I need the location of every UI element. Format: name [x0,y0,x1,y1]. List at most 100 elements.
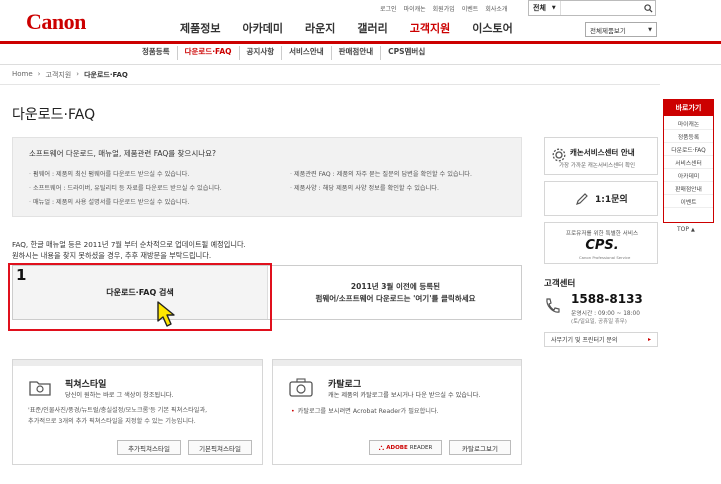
view-catalog-button[interactable]: 카탈로그보기 [449,440,511,455]
highlight-number: 1 [16,266,27,284]
global-nav: 제품정보 아카데미 라운지 갤러리 고객지원 이스토어 [180,20,535,36]
canon-logo[interactable]: Canon [26,9,86,35]
catalog-title: 카탈로그 [328,380,362,390]
lnb-notice[interactable]: 공지사항 [240,46,283,60]
arrow-right-icon: ▸ [647,336,651,343]
breadcrumb: Home › 고객지원 › 다운로드·FAQ [12,70,128,80]
quick-item-event[interactable]: 이벤트 [664,195,713,208]
quick-item-dealer[interactable]: 판매점안내 [664,182,713,195]
add-picture-style-button[interactable]: 추가픽쳐스타일 [117,440,181,455]
inquiry-card[interactable]: 1:1문의 [544,181,658,216]
picture-style-desc: '표준/인물사진/풍경/뉴트럴/충실설정/모노크롬'등 기본 픽쳐스타일과, 추… [28,405,260,427]
search-scope-select[interactable]: 전체 ▼ [529,1,561,15]
gnb-products[interactable]: 제품정보 [180,20,220,36]
mycanon-link[interactable]: 마이캐논 [404,4,426,13]
quick-item-download-faq[interactable]: 다운로드·FAQ [664,143,713,156]
chevron-up-icon: ▲ [690,227,695,233]
update-notice: FAQ, 한글 매뉴얼 등은 2011년 7월 부터 순차적으로 업데이트될 예… [12,239,246,261]
lnb-divider [0,64,721,65]
intro-item-faq: 제품관련 FAQ : 제품의 자주 묻는 질문의 답변을 확인할 수 있습니다. [290,171,472,178]
lnb-dealer-info[interactable]: 판매점안내 [332,46,382,60]
camera-icon [289,378,313,397]
company-link[interactable]: 회사소개 [485,4,507,13]
lnb-download-faq[interactable]: 다운로드·FAQ [178,46,240,60]
lnb-cps-membership[interactable]: CPS멤버십 [381,46,432,60]
pointer-arrow-icon [157,301,175,327]
office-printer-inquiry-label: 사무기기 및 프린터기 문의 [551,337,618,344]
lnb-service-info[interactable]: 서비스안내 [282,46,332,60]
legacy-download-line-1: 2011년 3월 이전에 등록된 [350,281,441,291]
office-printer-inquiry-link[interactable]: 사무기기 및 프린터기 문의 ▸ [544,332,658,347]
gnb-academy[interactable]: 아카데미 [242,20,282,36]
picture-style-title: 픽쳐스타일 [65,380,107,390]
quick-menu-title: 바로가기 [664,100,713,116]
chevron-down-icon: ▼ [648,26,652,33]
local-nav: 정품등록 다운로드·FAQ 공지사항 서비스안내 판매점안내 CPS멤버십 [135,46,432,60]
service-center-card[interactable]: 캐논서비스센터 안내 가장 가까운 캐논서비스센터 확인 [544,137,658,175]
folder-image-icon [29,381,51,396]
scroll-top-label: TOP [677,226,690,233]
util-links: 로그인 마이캐논 회원가입 이벤트 회사소개 [380,2,507,14]
intro-question: 소프트웨어 다운로드, 매뉴얼, 제품관련 FAQ를 찾으시나요? [29,149,216,158]
breadcrumb-support[interactable]: 고객지원 [45,70,71,80]
all-products-dropdown[interactable]: 전체제품보기 ▼ [585,22,657,37]
picture-style-desc-2: 추가적으로 3개의 추가 픽쳐스타일을 지정할 수 있는 기능입니다. [28,418,196,425]
gnb-lounge[interactable]: 라운지 [305,20,335,36]
notice-line-1: FAQ, 한글 매뉴얼 등은 2011년 7월 부터 순차적으로 업데이트될 예… [12,240,246,249]
breadcrumb-separator-icon: › [76,70,80,78]
bullet-icon: • [291,408,295,415]
picture-style-subtitle: 당신이 원하는 바로 그 색상이 창조됩니다. [65,392,174,399]
intro-item-software: 소프트웨어 : 드라이버, 유틸리티 등 자료를 다운로드 받으실 수 있습니다… [29,185,222,192]
pdf-icon: ⛬ [378,442,385,452]
chevron-down-icon: ▼ [551,5,556,11]
cps-caption: 프로유저를 위한 특별한 서비스 [565,231,639,237]
global-search: 전체 ▼ [528,0,656,16]
scroll-top-button[interactable]: TOP ▲ [677,226,695,233]
service-center-title: 캐논서비스센터 안내 [570,148,635,157]
adobe-reader-button[interactable]: ⛬ ADOBE READER [369,440,442,455]
header-divider [0,41,721,44]
basic-picture-style-button[interactable]: 기본픽쳐스타일 [188,440,252,455]
cs-hours: 운영시간 : 09:00 ~ 18:00 [571,311,640,317]
page-title: 다운로드·FAQ [12,107,96,123]
breadcrumb-divider [0,84,660,85]
catalog-card: 카탈로그 캐논 제품의 카탈로그를 보시거나 다운 받으실 수 있습니다. • … [272,359,522,465]
service-center-sub: 가장 가까운 캐논서비스센터 확인 [559,163,636,169]
phone-icon [546,298,560,313]
gnb-estore[interactable]: 이스토어 [472,20,512,36]
gnb-gallery[interactable]: 갤러리 [357,20,387,36]
card-top-bar [273,360,521,366]
catalog-note-text: 카탈로그를 보시려면 Acrobat Reader가 필요합니다. [297,408,439,415]
signup-link[interactable]: 회원가입 [433,4,455,13]
adobe-reader-suffix: READER [409,444,433,451]
cps-card[interactable]: 프로유저를 위한 특별한 서비스 CPS. Canon Professional… [544,222,658,264]
picture-style-desc-1: '표준/인물사진/풍경/뉴트럴/충실설정/모노크롬'등 기본 픽쳐스타일과, [28,407,208,414]
gnb-support[interactable]: 고객지원 [410,20,450,36]
cps-logo: CPS. [585,238,619,253]
breadcrumb-separator-icon: › [37,70,41,78]
catalog-note: • 카탈로그를 보시려면 Acrobat Reader가 필요합니다. [291,406,439,417]
inquiry-label: 1:1문의 [595,195,628,205]
breadcrumb-home[interactable]: Home [12,70,33,80]
notice-line-2: 원하시는 내용을 찾지 못하셨을 경우, 추후 재방문을 부탁드립니다. [12,251,212,260]
quick-item-mycanon[interactable]: 마이캐논 [664,117,713,130]
quick-menu: 바로가기 마이캐논 정품등록 다운로드·FAQ 서비스센터 아카데미 판매점안내… [663,99,714,223]
picture-style-card: 픽쳐스타일 당신이 원하는 바로 그 색상이 창조됩니다. '표준/인물사진/풍… [12,359,263,465]
intro-item-spec: 제품사양 : 해당 제품의 사양 정보를 확인할 수 있습니다. [290,185,439,192]
quick-item-academy[interactable]: 아카데미 [664,169,713,182]
event-link[interactable]: 이벤트 [462,4,479,13]
cs-hours-note: (토/일요일, 공휴일 휴무) [571,319,627,325]
lnb-registration[interactable]: 정품등록 [135,46,178,60]
all-products-label: 전체제품보기 [590,26,626,35]
cs-phone: 1588-8133 [571,292,643,306]
breadcrumb-current: 다운로드·FAQ [84,71,128,79]
login-link[interactable]: 로그인 [380,4,397,13]
legacy-download-link[interactable]: 2011년 3월 이전에 등록된 펌웨어/소프트웨어 다운로드는 '여기'를 클… [268,266,523,319]
intro-item-firmware: 펌웨어 : 제품의 최신 펌웨어를 다운로드 받으실 수 있습니다. [29,171,189,178]
search-icon[interactable] [641,3,655,13]
quick-menu-list: 마이캐논 정품등록 다운로드·FAQ 서비스센터 아카데미 판매점안내 이벤트 [664,117,713,208]
quick-item-registration[interactable]: 정품등록 [664,130,713,143]
highlight-box [8,263,272,331]
cps-logo-sub: Canon Professional Service [579,255,631,260]
quick-item-service-center[interactable]: 서비스센터 [664,156,713,169]
